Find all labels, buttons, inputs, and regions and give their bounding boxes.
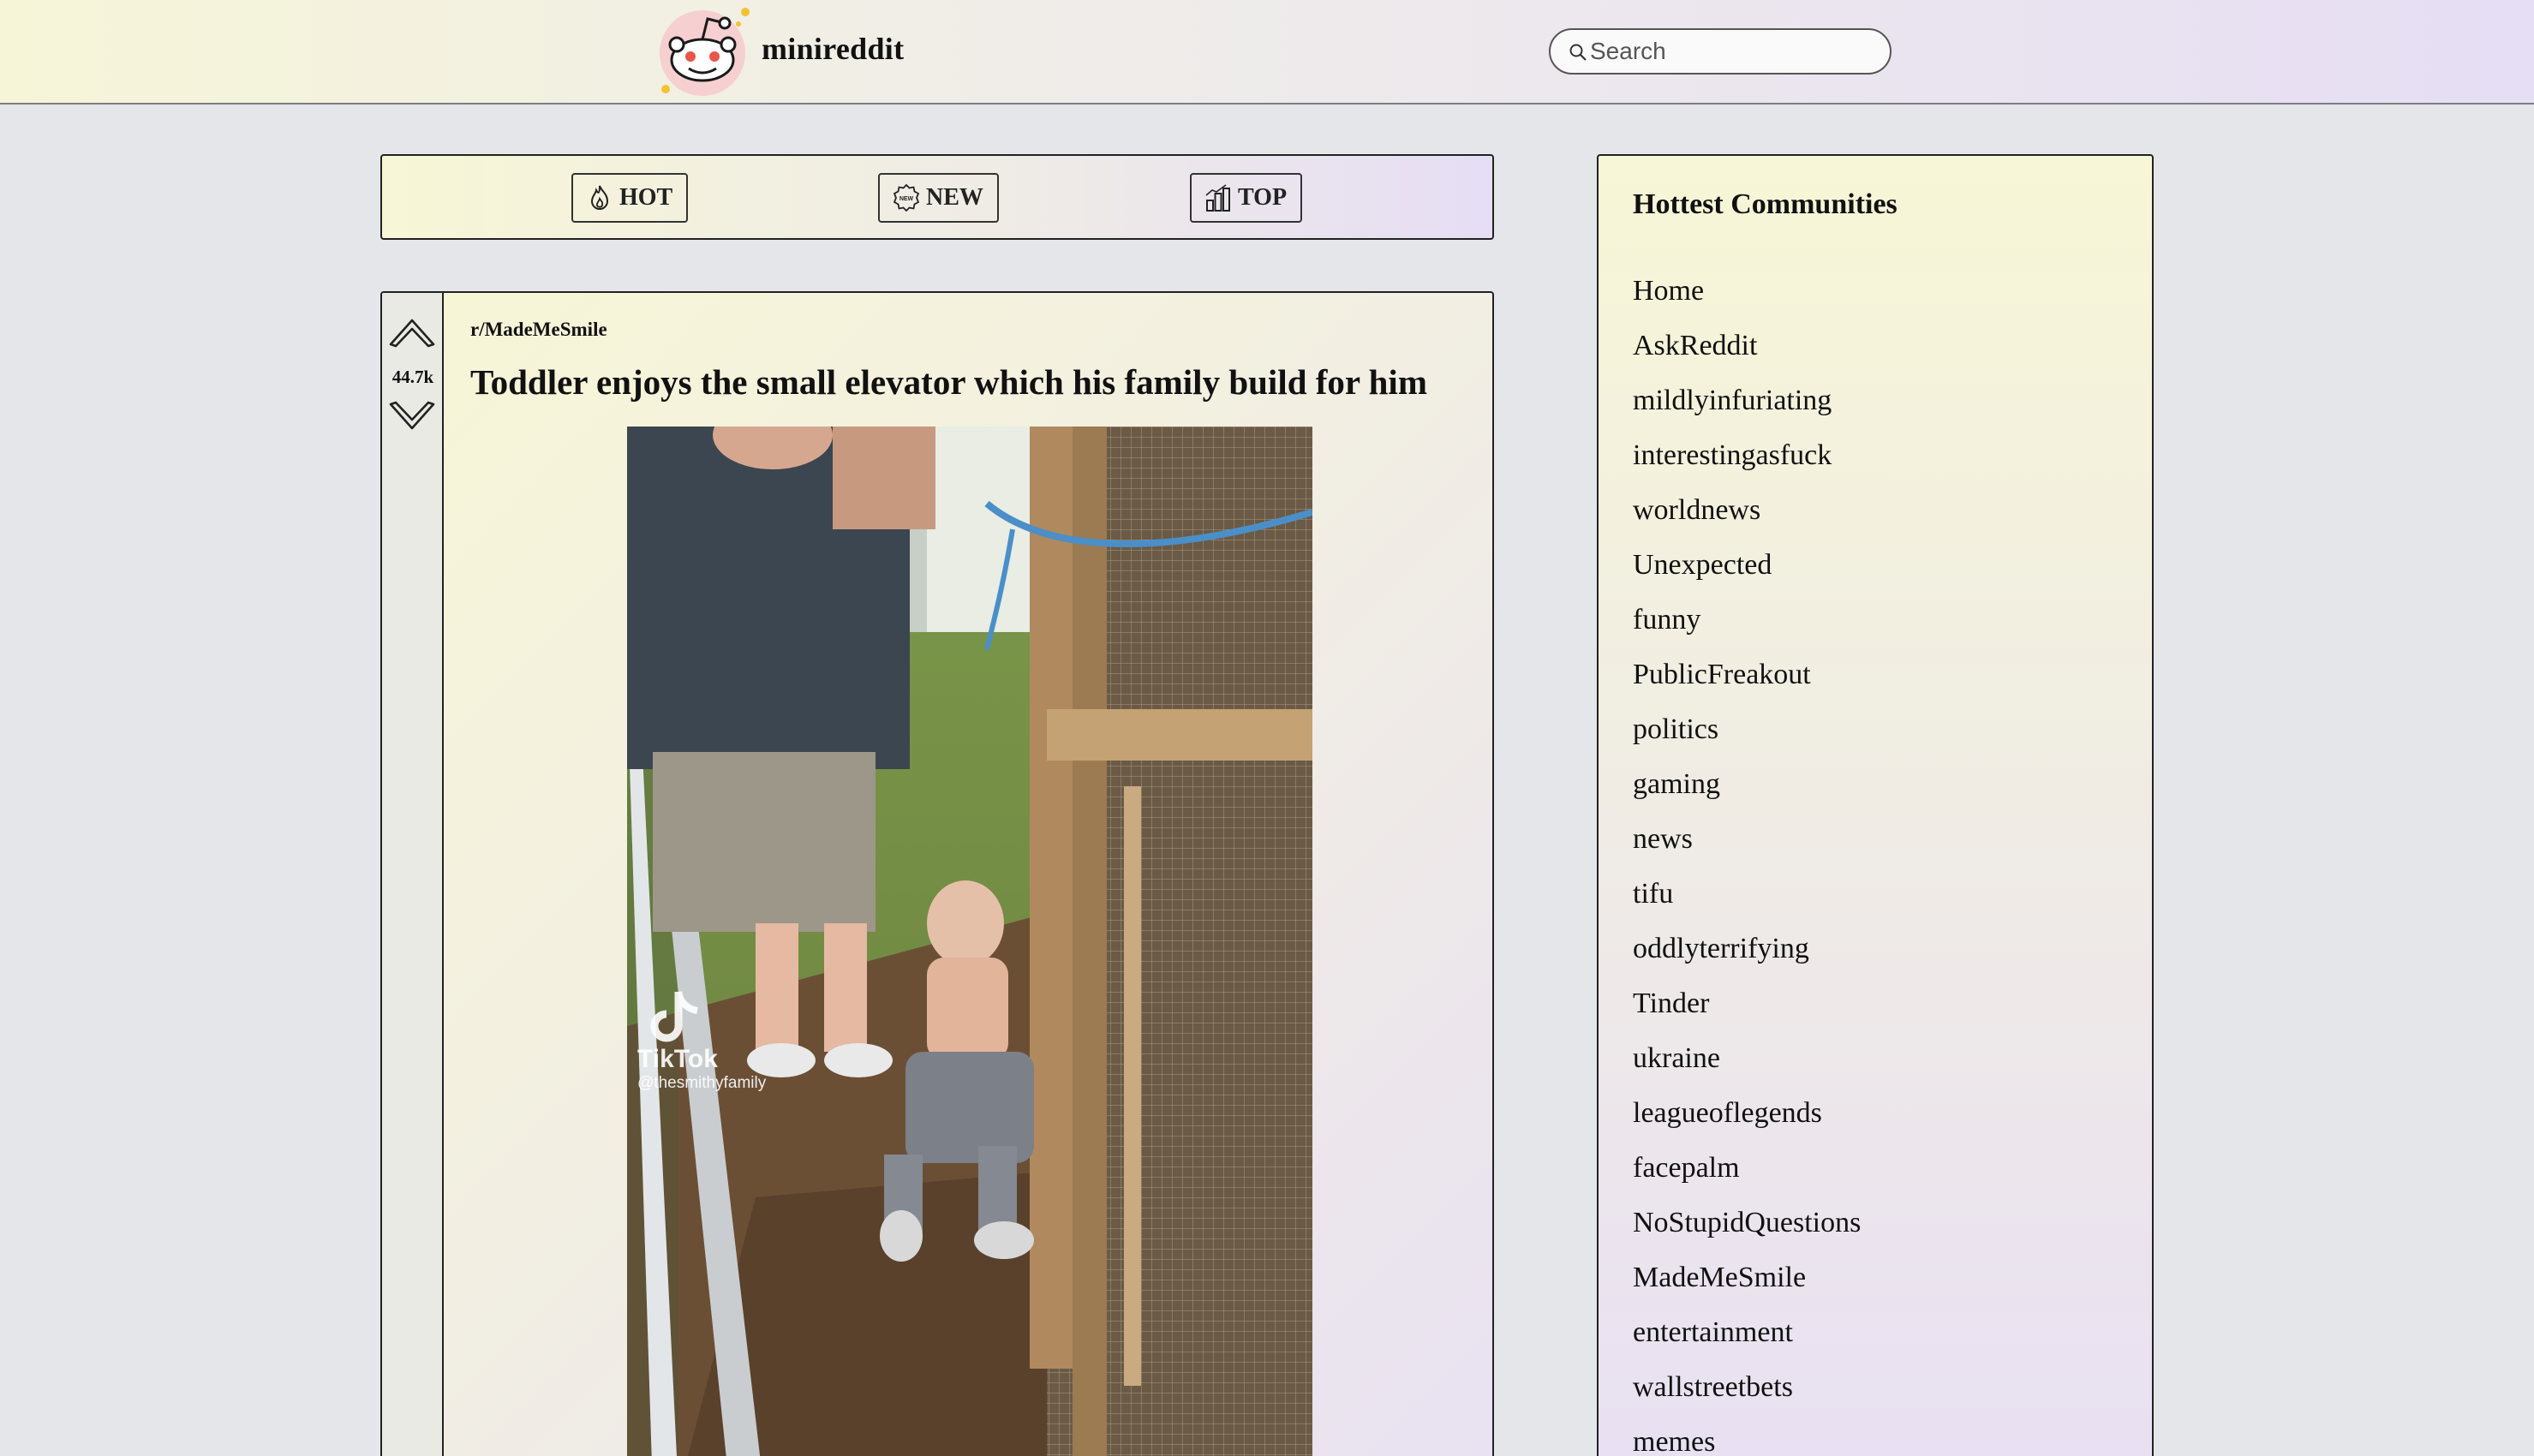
brand-name[interactable]: minireddit (762, 31, 904, 67)
community-link[interactable]: PublicFreakout (1633, 647, 1861, 702)
community-link[interactable]: Tinder (1633, 976, 1861, 1031)
community-link[interactable]: politics (1633, 702, 1861, 757)
community-link[interactable]: mildlyinfuriating (1633, 373, 1861, 428)
community-link[interactable]: worldnews (1633, 483, 1861, 538)
svg-text:NEW: NEW (899, 196, 914, 202)
sidebar-title: Hottest Communities (1633, 188, 1898, 220)
sort-bar: HOT NEW NEW TOP (380, 154, 1494, 240)
community-link[interactable]: leagueoflegends (1633, 1086, 1861, 1141)
community-link[interactable]: Home (1633, 264, 1861, 319)
community-link[interactable]: funny (1633, 593, 1861, 647)
tiktok-brand-text: TikTok (637, 1045, 718, 1073)
vote-count: 44.7k (391, 367, 434, 387)
hot-label: HOT (619, 184, 673, 211)
communities-sidebar: Hottest Communities Home AskReddit mildl… (1597, 154, 2154, 1456)
downvote-arrow-icon[interactable] (387, 397, 437, 435)
new-sort-button[interactable]: NEW NEW (878, 173, 999, 223)
bar-chart-icon (1205, 184, 1230, 212)
search-input[interactable] (1590, 35, 1881, 68)
community-link[interactable]: facepalm (1633, 1141, 1861, 1196)
top-sort-button[interactable]: TOP (1190, 173, 1303, 223)
new-badge-icon: NEW (893, 183, 920, 212)
new-label: NEW (926, 184, 983, 211)
community-link[interactable]: entertainment (1633, 1305, 1861, 1360)
flame-icon (590, 185, 609, 210)
post-title[interactable]: Toddler enjoys the small elevator which … (470, 361, 1427, 403)
community-link[interactable]: gaming (1633, 757, 1861, 812)
community-link[interactable]: interestingasfuck (1633, 428, 1861, 483)
upvote-arrow-icon[interactable] (387, 313, 437, 351)
community-link[interactable]: memes (1633, 1415, 1861, 1456)
community-link[interactable]: MadeMeSmile (1633, 1250, 1861, 1305)
tiktok-handle-text: @thesmithyfamily (637, 1074, 767, 1092)
community-link[interactable]: oddlyterrifying (1633, 922, 1861, 976)
community-link[interactable]: AskReddit (1633, 319, 1861, 373)
search-box[interactable] (1549, 28, 1892, 75)
post-video[interactable]: TikTok @thesmithyfamily (627, 427, 1312, 1456)
top-label: TOP (1238, 184, 1288, 211)
community-link[interactable]: ukraine (1633, 1031, 1861, 1086)
reddit-alien-icon[interactable] (654, 5, 750, 96)
top-header: minireddit (0, 0, 2534, 104)
hot-sort-button[interactable]: HOT (571, 173, 689, 223)
vote-column: 44.7k (382, 293, 444, 1456)
community-link[interactable]: news (1633, 812, 1861, 867)
community-link[interactable]: wallstreetbets (1633, 1360, 1861, 1415)
community-list: Home AskReddit mildlyinfuriating interes… (1633, 264, 1861, 1456)
post-card: 44.7k r/MadeMeSmile Toddler enjoys the s… (380, 291, 1494, 1456)
community-link[interactable]: Unexpected (1633, 538, 1861, 593)
community-link[interactable]: tifu (1633, 867, 1861, 922)
community-link[interactable]: NoStupidQuestions (1633, 1196, 1861, 1250)
search-icon (1569, 44, 1587, 61)
post-subreddit[interactable]: r/MadeMeSmile (470, 319, 607, 341)
